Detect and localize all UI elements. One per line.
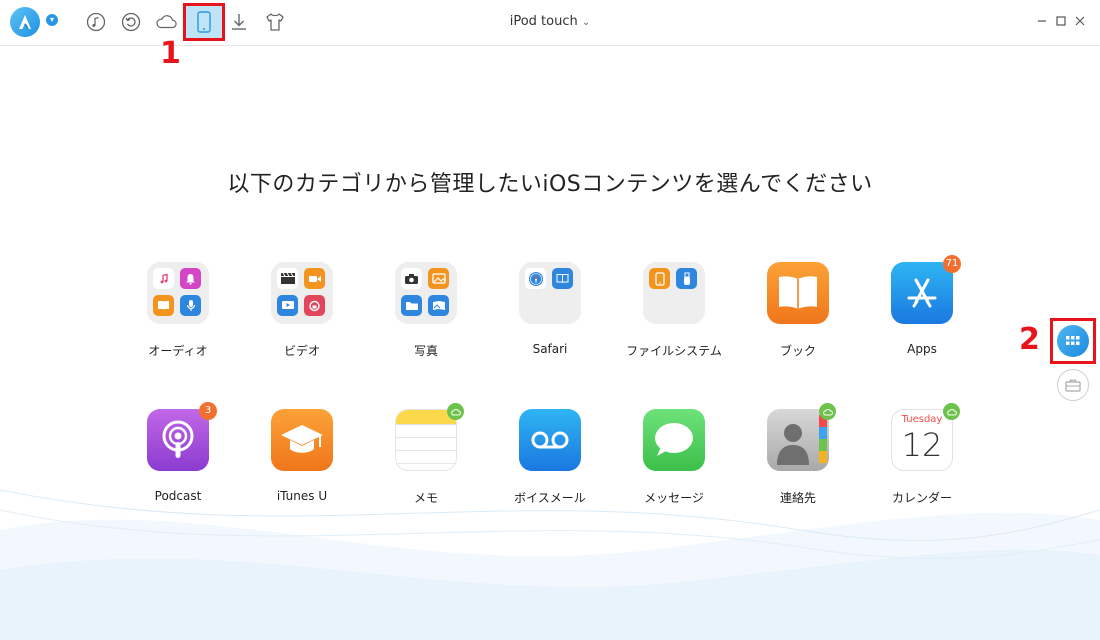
category-messages[interactable]: メッセージ bbox=[619, 409, 729, 506]
podcast-icon: 3 bbox=[147, 402, 217, 471]
category-label: iTunes U bbox=[276, 489, 328, 503]
category-label: 連絡先 bbox=[779, 491, 816, 505]
podcast-count-badge: 3 bbox=[199, 402, 217, 420]
category-itunes-u[interactable]: iTunes U bbox=[247, 409, 357, 503]
tshirt-icon[interactable] bbox=[264, 11, 286, 33]
itunes-u-icon bbox=[271, 409, 333, 471]
icloud-badge-icon bbox=[819, 403, 836, 420]
category-label: Safari bbox=[532, 342, 568, 356]
contacts-icon bbox=[767, 409, 829, 471]
category-label: Podcast bbox=[154, 489, 202, 503]
category-podcast[interactable]: 3 Podcast bbox=[123, 402, 233, 503]
file-system-folder-icon bbox=[643, 262, 705, 324]
calendar-date-text: 12 bbox=[901, 426, 943, 464]
apps-count-badge: 71 bbox=[943, 255, 961, 273]
category-calendar[interactable]: Tuesday 12 カレンダー bbox=[867, 403, 977, 506]
category-label: ビデオ bbox=[283, 344, 320, 358]
icloud-badge-icon bbox=[447, 403, 464, 420]
category-voicemail[interactable]: ボイスメール bbox=[495, 409, 605, 506]
chevron-down-icon: ⌄ bbox=[581, 17, 591, 28]
device-selector[interactable]: iPod touch ⌄ bbox=[470, 14, 630, 29]
device-title-text: iPod touch bbox=[509, 14, 578, 29]
category-label: ボイスメール bbox=[514, 491, 586, 505]
video-folder-icon bbox=[271, 262, 333, 324]
page-headline: 以下のカテゴリから管理したいiOSコンテンツを選んでください bbox=[227, 172, 873, 197]
category-label: オーディオ bbox=[148, 344, 208, 358]
annotation-box-1 bbox=[183, 3, 225, 41]
category-audio[interactable]: オーディオ bbox=[123, 262, 233, 359]
category-label: 写真 bbox=[413, 344, 438, 358]
music-icon[interactable] bbox=[85, 11, 107, 33]
category-label: ファイルシステム bbox=[626, 344, 722, 358]
audio-folder-icon bbox=[147, 262, 209, 324]
minimize-button[interactable] bbox=[1034, 13, 1050, 29]
calendar-icon: Tuesday 12 bbox=[891, 409, 953, 471]
category-grid-button[interactable] bbox=[1057, 325, 1089, 357]
close-button[interactable] bbox=[1072, 13, 1088, 29]
voicemail-icon bbox=[519, 409, 581, 471]
photos-folder-icon bbox=[395, 262, 457, 324]
category-label: メッセージ bbox=[644, 491, 704, 505]
category-label: メモ bbox=[413, 491, 438, 505]
category-label: Apps bbox=[907, 342, 937, 356]
annotation-number-1: 1 bbox=[160, 36, 181, 71]
category-contacts[interactable]: 連絡先 bbox=[743, 403, 853, 506]
category-books[interactable]: ブック bbox=[743, 262, 853, 359]
download-icon[interactable] bbox=[228, 11, 250, 33]
icloud-icon[interactable] bbox=[155, 11, 177, 33]
app-logo-icon[interactable] bbox=[10, 7, 40, 37]
category-video[interactable]: ビデオ bbox=[247, 262, 357, 359]
category-notes[interactable]: メモ bbox=[371, 403, 481, 506]
messages-icon bbox=[643, 409, 705, 471]
restore-icon[interactable] bbox=[120, 11, 142, 33]
safari-folder-icon bbox=[519, 262, 581, 324]
icloud-badge-icon bbox=[943, 403, 960, 420]
calendar-day-text: Tuesday bbox=[901, 414, 943, 425]
logo-dropdown-icon[interactable]: ▾ bbox=[46, 14, 58, 26]
toolkit-button[interactable] bbox=[1057, 369, 1089, 401]
category-label: ブック bbox=[779, 344, 816, 358]
category-safari[interactable]: Safari bbox=[495, 262, 605, 356]
category-file-system[interactable]: ファイルシステム bbox=[619, 262, 729, 359]
books-icon bbox=[767, 262, 829, 324]
briefcase-icon bbox=[1065, 379, 1081, 392]
maximize-button[interactable] bbox=[1053, 13, 1069, 29]
category-label: カレンダー bbox=[891, 491, 952, 505]
app-store-icon: 71 bbox=[891, 255, 961, 324]
grid-icon bbox=[1066, 336, 1080, 345]
notes-icon bbox=[395, 409, 457, 471]
category-apps[interactable]: 71 Apps bbox=[867, 255, 977, 356]
category-photos[interactable]: 写真 bbox=[371, 262, 481, 359]
annotation-number-2: 2 bbox=[1019, 322, 1040, 357]
